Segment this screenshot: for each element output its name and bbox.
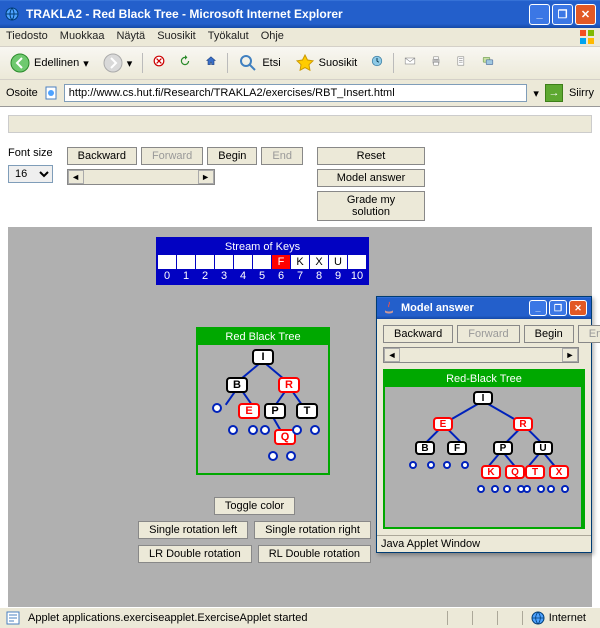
home-icon[interactable] xyxy=(201,53,221,73)
model-max-button[interactable]: ❐ xyxy=(549,300,567,316)
tree-canvas[interactable]: I B R E P T Q xyxy=(198,345,328,473)
stream-cell[interactable]: 0 xyxy=(158,255,177,283)
minimize-button[interactable]: _ xyxy=(529,4,550,25)
stream-cell[interactable]: F6 xyxy=(272,255,291,283)
model-end-button[interactable]: End xyxy=(578,325,600,343)
lr-double-rotation-button[interactable]: LR Double rotation xyxy=(138,545,252,563)
windows-flag-icon xyxy=(580,30,594,44)
scroll-right-icon[interactable]: ► xyxy=(198,170,214,184)
java-icon xyxy=(381,300,397,316)
stream-cell[interactable]: 5 xyxy=(253,255,272,283)
stream-cell[interactable]: X8 xyxy=(310,255,329,283)
print-icon[interactable] xyxy=(426,53,446,73)
stream-title: Stream of Keys xyxy=(158,239,367,255)
chevron-down-icon: ▾ xyxy=(83,57,89,70)
mail-icon[interactable] xyxy=(400,53,420,73)
backward-button[interactable]: Backward xyxy=(67,147,137,165)
close-button[interactable]: ✕ xyxy=(575,4,596,25)
address-bar: Osoite ▾ → Siirry xyxy=(0,80,600,107)
menu-bar: Tiedosto Muokkaa Näytä Suosikit Työkalut… xyxy=(0,28,600,47)
tree-action-buttons: Toggle color Single rotation left Single… xyxy=(138,497,371,563)
scroll-track[interactable] xyxy=(84,170,198,184)
stream-cell[interactable]: 4 xyxy=(234,255,253,283)
history-icon[interactable] xyxy=(367,53,387,73)
scroll-right-icon[interactable]: ► xyxy=(562,348,578,362)
stream-cell[interactable]: 2 xyxy=(196,255,215,283)
favorites-button[interactable]: Suosikit xyxy=(291,51,362,75)
tree-title: Red Black Tree xyxy=(198,329,328,345)
stream-cell[interactable]: 1 xyxy=(177,255,196,283)
address-input[interactable] xyxy=(64,84,528,102)
menu-tools[interactable]: Työkalut xyxy=(208,30,249,44)
search-icon xyxy=(238,53,258,73)
font-size-label: Font size xyxy=(8,147,53,159)
refresh-icon[interactable] xyxy=(175,53,195,73)
back-button[interactable]: Edellinen ▾ xyxy=(6,51,93,75)
model-begin-button[interactable]: Begin xyxy=(524,325,574,343)
model-tree-canvas[interactable]: I E R B F P U K Q T X xyxy=(385,387,581,527)
maximize-button[interactable]: ❐ xyxy=(552,4,573,25)
model-answer-window: Model answer _ ❐ ✕ Backward Forward Begi… xyxy=(376,296,592,553)
toggle-color-button[interactable]: Toggle color xyxy=(214,497,295,515)
banner-placeholder xyxy=(8,115,592,133)
go-label: Siirry xyxy=(569,87,594,99)
forward-arrow-icon xyxy=(103,53,123,73)
tree-panel: Red Black Tree I B R E P T Q xyxy=(196,327,330,475)
single-rotation-right-button[interactable]: Single rotation right xyxy=(254,521,371,539)
discuss-icon[interactable] xyxy=(478,53,498,73)
search-button[interactable]: Etsi xyxy=(234,51,284,75)
model-backward-button[interactable]: Backward xyxy=(383,325,453,343)
chevron-down-icon: ▾ xyxy=(127,57,133,70)
model-scrollbar[interactable]: ◄ ► xyxy=(383,347,579,363)
rl-double-rotation-button[interactable]: RL Double rotation xyxy=(258,545,371,563)
model-min-button[interactable]: _ xyxy=(529,300,547,316)
font-size-select[interactable]: 16 xyxy=(8,165,53,183)
menu-file[interactable]: Tiedosto xyxy=(6,30,48,44)
edit-icon[interactable] xyxy=(452,53,472,73)
stream-panel: Stream of Keys 012345F6K7X8U910 xyxy=(156,237,369,285)
forward-button[interactable]: ▾ xyxy=(99,51,137,75)
model-tree-panel: Red-Black Tree I E R B F P U xyxy=(383,369,585,529)
end-button[interactable]: End xyxy=(261,147,303,165)
nav-toolbar: Edellinen ▾ ▾ Etsi Suosikit xyxy=(0,47,600,80)
stream-cell[interactable]: K7 xyxy=(291,255,310,283)
window-titlebar: TRAKLA2 - Red Black Tree - Microsoft Int… xyxy=(0,0,600,28)
model-title: Model answer xyxy=(401,302,529,314)
page-icon xyxy=(44,86,58,100)
menu-view[interactable]: Näytä xyxy=(116,30,145,44)
status-bar: Applet applications.exerciseapplet.Exerc… xyxy=(0,607,600,627)
model-forward-button[interactable]: Forward xyxy=(457,325,519,343)
stop-icon[interactable] xyxy=(149,53,169,73)
model-footer: Java Applet Window xyxy=(377,535,591,552)
star-icon xyxy=(295,53,315,73)
stream-cell[interactable]: 10 xyxy=(348,255,367,283)
scroll-left-icon[interactable]: ◄ xyxy=(384,348,400,362)
zone-label: Internet xyxy=(549,612,586,624)
model-answer-button[interactable]: Model answer xyxy=(317,169,425,187)
menu-edit[interactable]: Muokkaa xyxy=(60,30,105,44)
applet-icon xyxy=(6,611,20,625)
forward-step-button[interactable]: Forward xyxy=(141,147,203,165)
menu-favorites[interactable]: Suosikit xyxy=(157,30,196,44)
globe-icon xyxy=(531,611,545,625)
begin-button[interactable]: Begin xyxy=(207,147,257,165)
back-arrow-icon xyxy=(10,53,30,73)
reset-button[interactable]: Reset xyxy=(317,147,425,165)
status-text: Applet applications.exerciseapplet.Exerc… xyxy=(28,612,439,624)
scroll-left-icon[interactable]: ◄ xyxy=(68,170,84,184)
stream-cell[interactable]: U9 xyxy=(329,255,348,283)
address-label: Osoite xyxy=(6,87,38,99)
model-close-button[interactable]: ✕ xyxy=(569,300,587,316)
model-titlebar[interactable]: Model answer _ ❐ ✕ xyxy=(377,297,591,319)
menu-help[interactable]: Ohje xyxy=(261,30,284,44)
ie-logo-icon xyxy=(4,6,20,22)
address-dropdown-icon[interactable]: ▾ xyxy=(533,87,539,100)
step-scrollbar[interactable]: ◄ ► xyxy=(67,169,215,185)
stream-cell[interactable]: 3 xyxy=(215,255,234,283)
go-button[interactable]: → xyxy=(545,84,563,102)
single-rotation-left-button[interactable]: Single rotation left xyxy=(138,521,248,539)
grade-button[interactable]: Grade my solution xyxy=(317,191,425,221)
window-title: TRAKLA2 - Red Black Tree - Microsoft Int… xyxy=(26,7,529,21)
model-tree-title: Red-Black Tree xyxy=(385,371,583,387)
